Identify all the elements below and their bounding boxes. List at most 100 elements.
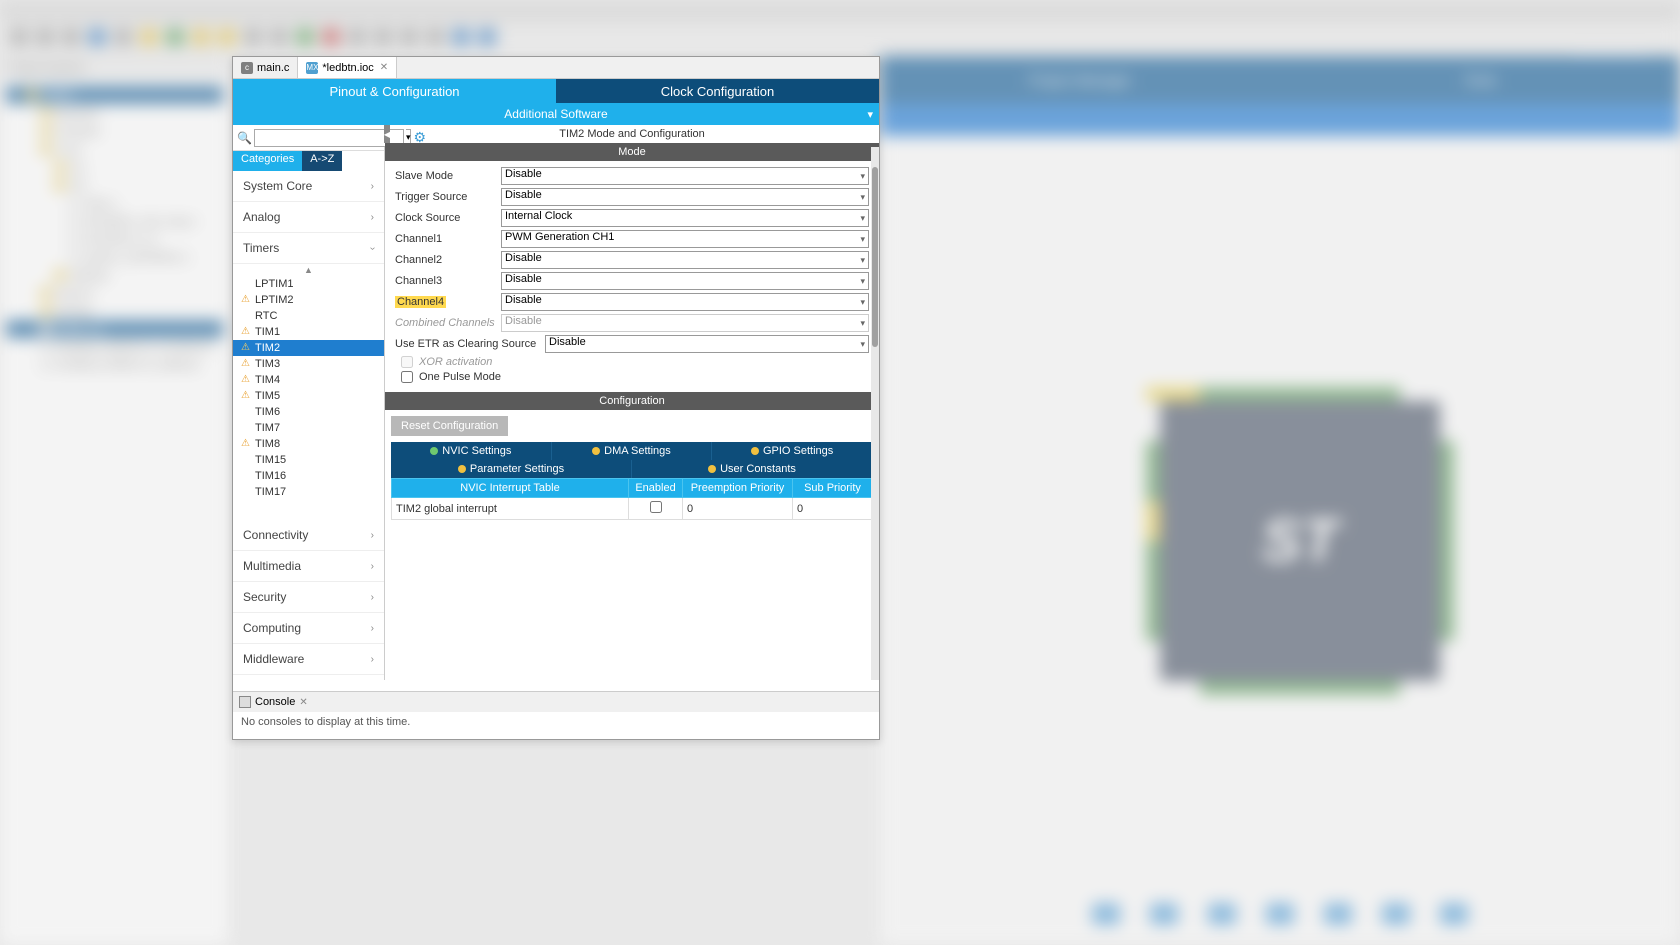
config-title: TIM2 Mode and Configuration bbox=[385, 125, 879, 143]
cfg-tab-gpio[interactable]: GPIO Settings bbox=[712, 442, 873, 460]
category-multimedia[interactable]: Multimedia › bbox=[233, 551, 384, 582]
timer-item-rtc[interactable]: RTC bbox=[233, 308, 384, 324]
category-label: Middleware bbox=[243, 652, 304, 666]
label-slave-mode: Slave Mode bbox=[395, 170, 501, 182]
editor-tab-label: main.c bbox=[257, 62, 289, 74]
timer-item-tim8[interactable]: TIM8 bbox=[233, 436, 384, 452]
checkbox-interrupt-enabled[interactable] bbox=[650, 501, 662, 513]
chevron-down-icon: ▾ bbox=[867, 108, 873, 121]
select-channel1[interactable]: PWM Generation CH1▾ bbox=[501, 230, 869, 248]
select-clock-source[interactable]: Internal Clock▾ bbox=[501, 209, 869, 227]
chevron-down-icon: ▾ bbox=[860, 192, 865, 203]
label-one-pulse: One Pulse Mode bbox=[419, 371, 501, 383]
col-nvic-table[interactable]: NVIC Interrupt Table bbox=[392, 479, 629, 498]
category-connectivity[interactable]: Connectivity › bbox=[233, 520, 384, 551]
select-slave-mode[interactable]: Disable▾ bbox=[501, 167, 869, 185]
label-clock-source: Clock Source bbox=[395, 212, 501, 224]
col-enabled[interactable]: Enabled bbox=[629, 479, 683, 498]
status-dot-icon bbox=[430, 447, 438, 455]
editor-tab-ioc[interactable]: MX *ledbtn.ioc ✕ bbox=[298, 57, 397, 78]
sub-bar-additional-software[interactable]: Additional Software ▾ bbox=[233, 103, 879, 125]
console-icon bbox=[239, 696, 251, 708]
timer-item-tim4[interactable]: TIM4 bbox=[233, 372, 384, 388]
scroll-up-icon[interactable]: ▲ bbox=[233, 264, 384, 276]
tab-pinout-configuration[interactable]: Pinout & Configuration bbox=[233, 79, 556, 103]
timer-item-tim2[interactable]: TIM2 bbox=[233, 340, 384, 356]
close-icon[interactable]: ✕ bbox=[299, 697, 307, 708]
console-message: No consoles to display at this time. bbox=[233, 712, 879, 732]
timer-item-lptim2[interactable]: LPTIM2 bbox=[233, 292, 384, 308]
timer-item-lptim1[interactable]: LPTIM1 bbox=[233, 276, 384, 292]
timer-item-tim17[interactable]: TIM17 bbox=[233, 484, 384, 500]
cfg-tab-parameter[interactable]: Parameter Settings bbox=[391, 460, 632, 478]
select-channel2[interactable]: Disable▾ bbox=[501, 251, 869, 269]
close-icon[interactable]: ✕ bbox=[380, 62, 388, 73]
status-dot-icon bbox=[592, 447, 600, 455]
chevron-down-icon: ▾ bbox=[860, 171, 865, 182]
chevron-down-icon: ▾ bbox=[860, 276, 865, 287]
chevron-right-icon: › bbox=[371, 623, 374, 634]
col-preemption[interactable]: Preemption Priority bbox=[683, 479, 793, 498]
timer-item-tim16[interactable]: TIM16 bbox=[233, 468, 384, 484]
preemption-value[interactable]: 0 bbox=[683, 498, 793, 520]
category-computing[interactable]: Computing › bbox=[233, 613, 384, 644]
timer-item-tim1[interactable]: TIM1 bbox=[233, 324, 384, 340]
category-label: Analog bbox=[243, 210, 280, 224]
table-row[interactable]: TIM2 global interrupt 0 0 bbox=[392, 498, 873, 520]
timer-item-tim7[interactable]: TIM7 bbox=[233, 420, 384, 436]
status-dot-icon bbox=[751, 447, 759, 455]
category-label: Multimedia bbox=[243, 559, 301, 573]
category-label: Timers bbox=[243, 241, 279, 255]
editor-tab-main-c[interactable]: c main.c bbox=[233, 57, 298, 78]
category-timers[interactable]: Timers › bbox=[233, 233, 384, 264]
category-label: System Core bbox=[243, 179, 312, 193]
timer-item-tim5[interactable]: TIM5 bbox=[233, 388, 384, 404]
console-title: Console bbox=[255, 696, 295, 708]
select-channel3[interactable]: Disable▾ bbox=[501, 272, 869, 290]
reset-configuration-button[interactable]: Reset Configuration bbox=[391, 416, 508, 436]
select-combined-channels: Disable▾ bbox=[501, 314, 869, 332]
vertical-scrollbar[interactable] bbox=[871, 147, 879, 680]
chevron-down-icon: › bbox=[367, 246, 378, 249]
timer-item-tim15[interactable]: TIM15 bbox=[233, 452, 384, 468]
sub-priority-value[interactable]: 0 bbox=[793, 498, 873, 520]
cfg-tab-dma[interactable]: DMA Settings bbox=[552, 442, 713, 460]
category-label: Connectivity bbox=[243, 528, 308, 542]
bg-project-explorer-header: Project Explorer bbox=[0, 56, 229, 80]
timer-item-tim6[interactable]: TIM6 bbox=[233, 404, 384, 420]
category-security[interactable]: Security › bbox=[233, 582, 384, 613]
col-sub-priority[interactable]: Sub Priority bbox=[793, 479, 873, 498]
mx-file-icon: MX bbox=[306, 62, 318, 74]
panel-collapse-handle[interactable]: ◀ bbox=[384, 125, 390, 143]
pill-az[interactable]: A->Z bbox=[302, 151, 342, 171]
timer-item-tim3[interactable]: TIM3 bbox=[233, 356, 384, 372]
category-analog[interactable]: Analog › bbox=[233, 202, 384, 233]
bg-tab-tools: Tools bbox=[1280, 56, 1680, 104]
cfg-tab-nvic[interactable]: NVIC Settings bbox=[391, 442, 552, 460]
select-etr-clearing[interactable]: Disable▾ bbox=[545, 335, 869, 353]
search-input[interactable] bbox=[254, 129, 404, 147]
select-trigger-source[interactable]: Disable▾ bbox=[501, 188, 869, 206]
pill-categories[interactable]: Categories bbox=[233, 151, 302, 171]
tab-clock-configuration[interactable]: Clock Configuration bbox=[556, 79, 879, 103]
scrollbar-thumb[interactable] bbox=[872, 167, 878, 347]
label-trigger-source: Trigger Source bbox=[395, 191, 501, 203]
chevron-right-icon: › bbox=[371, 212, 374, 223]
editor-tab-label: *ledbtn.ioc bbox=[322, 62, 373, 74]
mode-config-panel: ◀ TIM2 Mode and Configuration Mode Slave… bbox=[385, 125, 879, 680]
search-icon: 🔍 bbox=[237, 131, 252, 145]
category-system-core[interactable]: System Core › bbox=[233, 171, 384, 202]
select-channel4[interactable]: Disable▾ bbox=[501, 293, 869, 311]
status-dot-icon bbox=[708, 465, 716, 473]
sub-bar-label: Additional Software bbox=[504, 107, 607, 121]
checkbox-one-pulse[interactable] bbox=[401, 371, 413, 383]
chevron-right-icon: › bbox=[371, 654, 374, 665]
label-xor-activation: XOR activation bbox=[419, 356, 492, 368]
status-dot-icon bbox=[458, 465, 466, 473]
nvic-interrupt-table: NVIC Interrupt Table Enabled Preemption … bbox=[391, 478, 873, 520]
category-middleware[interactable]: Middleware › bbox=[233, 644, 384, 675]
bg-tab-project-manager: Project Manager bbox=[880, 56, 1280, 104]
mode-section-header: Mode bbox=[385, 143, 879, 161]
cfg-tab-user-constants[interactable]: User Constants bbox=[632, 460, 873, 478]
interrupt-name: TIM2 global interrupt bbox=[392, 498, 629, 520]
